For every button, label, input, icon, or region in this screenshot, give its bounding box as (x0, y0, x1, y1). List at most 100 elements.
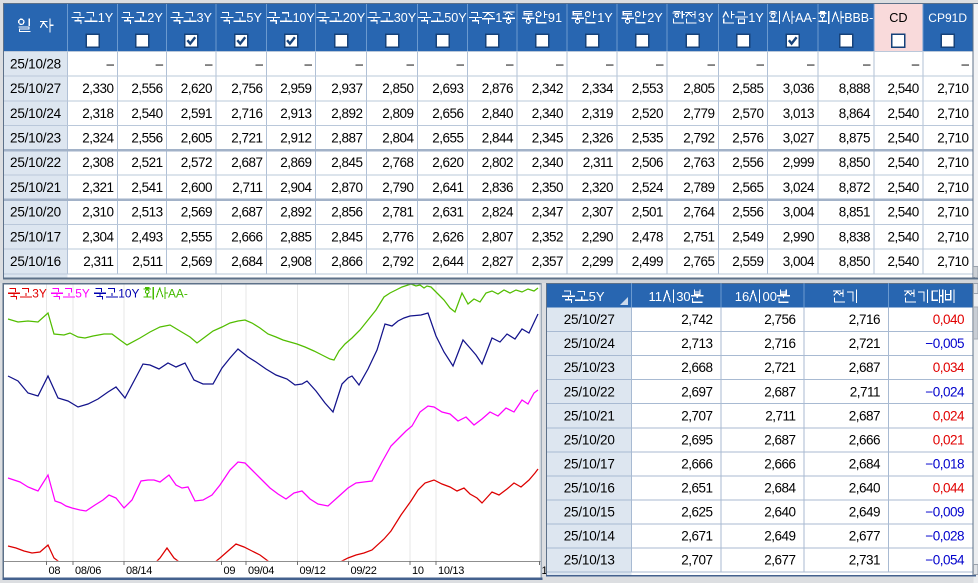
svg-text:2,631: 2,631 (432, 205, 463, 220)
svg-text:2,792: 2,792 (683, 131, 714, 146)
svg-text:25/10/15: 25/10/15 (564, 505, 615, 520)
svg-text:25/10/28: 25/10/28 (10, 57, 61, 72)
svg-text:25/10/23: 25/10/23 (10, 131, 61, 146)
svg-text:–: – (205, 57, 213, 72)
svg-text:20Y: 20Y (343, 11, 366, 25)
svg-text:–: – (656, 57, 664, 72)
svg-text:0,021: 0,021 (933, 432, 964, 447)
svg-text:2,671: 2,671 (681, 529, 712, 544)
svg-text:−0,009: −0,009 (925, 505, 964, 520)
svg-text:2,569: 2,569 (181, 205, 212, 220)
svg-text:2,716: 2,716 (849, 312, 880, 327)
svg-text:25/10/13: 25/10/13 (564, 553, 615, 568)
svg-text:BBB-: BBB- (844, 11, 873, 25)
svg-text:2,600: 2,600 (181, 180, 212, 195)
svg-text:2,311: 2,311 (583, 155, 613, 170)
svg-text:3,027: 3,027 (783, 131, 814, 146)
svg-text:2,620: 2,620 (181, 81, 212, 96)
svg-text:2,677: 2,677 (764, 553, 795, 568)
svg-text:2,742: 2,742 (681, 312, 712, 327)
svg-text:–: – (156, 57, 164, 72)
svg-text:8,888: 8,888 (839, 81, 870, 96)
svg-text:25/10/24: 25/10/24 (10, 106, 62, 121)
svg-text:2,840: 2,840 (482, 106, 513, 121)
svg-text:25/10/20: 25/10/20 (564, 432, 615, 447)
svg-text:0,040: 0,040 (933, 312, 964, 327)
svg-text:2,342: 2,342 (532, 81, 563, 96)
svg-text:2,684: 2,684 (764, 481, 796, 496)
svg-text:2,908: 2,908 (280, 254, 311, 269)
svg-text:2,711: 2,711 (850, 384, 880, 399)
svg-text:2,651: 2,651 (681, 481, 712, 496)
svg-text:25/10/21: 25/10/21 (10, 180, 61, 195)
svg-text:2,731: 2,731 (849, 553, 880, 568)
svg-text:2,856: 2,856 (331, 205, 362, 220)
svg-text:2,311: 2,311 (83, 254, 113, 269)
svg-text:2,511: 2,511 (132, 254, 162, 269)
svg-text:2,340: 2,340 (532, 155, 563, 170)
svg-text:2,710: 2,710 (937, 229, 968, 244)
svg-text:2,640: 2,640 (849, 481, 880, 496)
svg-text:2,756: 2,756 (764, 312, 795, 327)
svg-text:2,513: 2,513 (131, 205, 162, 220)
svg-text:00: 00 (763, 289, 777, 304)
svg-text:−0,018: −0,018 (925, 457, 964, 472)
svg-text:2,501: 2,501 (632, 205, 663, 220)
svg-text:–: – (756, 57, 764, 72)
svg-text:2,710: 2,710 (937, 155, 968, 170)
svg-text:2,540: 2,540 (888, 205, 919, 220)
svg-text:2,711: 2,711 (232, 180, 262, 195)
svg-text:25/10/16: 25/10/16 (564, 481, 615, 496)
svg-text:CP91D: CP91D (928, 11, 967, 25)
svg-text:AA-: AA- (795, 11, 816, 25)
svg-text:−0,024: −0,024 (925, 384, 965, 399)
svg-text:3Y: 3Y (32, 287, 47, 301)
svg-text:1Y: 1Y (748, 11, 764, 25)
svg-text:2,792: 2,792 (382, 254, 413, 269)
svg-text:0,044: 0,044 (933, 481, 965, 496)
svg-text:10Y: 10Y (293, 11, 316, 25)
svg-text:08/06: 08/06 (75, 565, 101, 577)
svg-text:25/10/20: 25/10/20 (10, 205, 61, 220)
svg-text:2,540: 2,540 (131, 106, 162, 121)
svg-text:2,321: 2,321 (82, 180, 113, 195)
svg-text:8,838: 8,838 (839, 229, 870, 244)
svg-text:2,666: 2,666 (231, 229, 262, 244)
svg-text:2,350: 2,350 (532, 180, 563, 195)
svg-text:2,320: 2,320 (582, 180, 613, 195)
svg-text:2,721: 2,721 (764, 360, 795, 375)
svg-text:−0,054: −0,054 (925, 553, 965, 568)
svg-text:–: – (912, 57, 920, 72)
svg-text:2,540: 2,540 (888, 106, 919, 121)
svg-text:–: – (355, 57, 363, 72)
svg-text:2,710: 2,710 (937, 81, 968, 96)
svg-text:2,340: 2,340 (532, 106, 563, 121)
svg-text:2,807: 2,807 (482, 229, 513, 244)
svg-text:09: 09 (224, 565, 236, 577)
svg-text:2,781: 2,781 (382, 205, 413, 220)
svg-text:2,666: 2,666 (849, 432, 880, 447)
svg-text:2,721: 2,721 (849, 336, 880, 351)
svg-text:2,576: 2,576 (732, 131, 763, 146)
svg-text:2,789: 2,789 (683, 180, 714, 195)
svg-text:3,013: 3,013 (783, 106, 814, 121)
svg-text:2,655: 2,655 (432, 131, 463, 146)
svg-text:2,710: 2,710 (937, 205, 968, 220)
svg-text:25/10/24: 25/10/24 (564, 336, 616, 351)
svg-text:25/10/21: 25/10/21 (564, 408, 615, 423)
svg-text:2,824: 2,824 (482, 205, 514, 220)
svg-text:2,556: 2,556 (131, 81, 162, 96)
svg-text:8,850: 8,850 (839, 155, 870, 170)
svg-text:11: 11 (649, 289, 663, 304)
svg-text:2,684: 2,684 (231, 254, 263, 269)
svg-text:2,707: 2,707 (681, 408, 712, 423)
svg-text:25/10/22: 25/10/22 (564, 384, 615, 399)
svg-text:2,677: 2,677 (849, 529, 880, 544)
svg-text:25/10/23: 25/10/23 (564, 360, 615, 375)
svg-text:–: – (807, 57, 815, 72)
svg-text:2,541: 2,541 (131, 180, 162, 195)
svg-text:2,299: 2,299 (582, 254, 613, 269)
svg-text:3Y: 3Y (197, 11, 213, 25)
svg-text:2,556: 2,556 (131, 131, 162, 146)
svg-text:08/14: 08/14 (126, 565, 152, 577)
